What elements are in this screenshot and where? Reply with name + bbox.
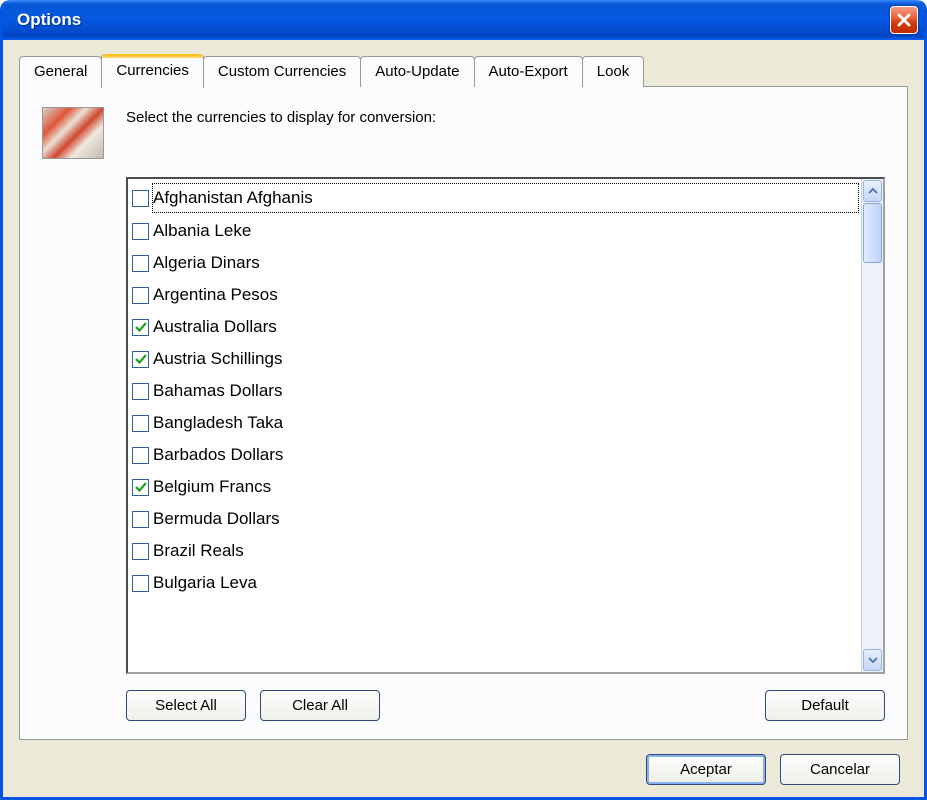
list-item-label: Algeria Dinars [153, 249, 260, 277]
checkbox[interactable] [132, 543, 149, 560]
list-item[interactable]: Algeria Dinars [130, 247, 859, 279]
list-item[interactable]: Australia Dollars [130, 311, 859, 343]
tab-strip: General Currencies Custom Currencies Aut… [19, 54, 908, 87]
tab-currencies[interactable]: Currencies [101, 54, 204, 88]
list-item-label: Austria Schillings [153, 345, 282, 373]
checkbox[interactable] [132, 223, 149, 240]
checkbox[interactable] [132, 351, 149, 368]
list-item[interactable]: Bulgaria Leva [130, 567, 859, 599]
scrollbar [861, 179, 883, 672]
checkbox[interactable] [132, 447, 149, 464]
list-item[interactable]: Argentina Pesos [130, 279, 859, 311]
tab-auto-export[interactable]: Auto-Export [474, 56, 583, 87]
list-item[interactable]: Afghanistan Afghanis [130, 181, 859, 215]
close-icon [896, 12, 912, 28]
scroll-up-button[interactable] [863, 180, 882, 202]
list-item[interactable]: Bangladesh Taka [130, 407, 859, 439]
checkbox[interactable] [132, 383, 149, 400]
checkbox[interactable] [132, 511, 149, 528]
list-item-label: Brazil Reals [153, 537, 244, 565]
list-item-label: Bulgaria Leva [153, 569, 257, 597]
clear-all-button[interactable]: Clear All [260, 690, 380, 721]
spacer [394, 690, 751, 721]
select-all-button[interactable]: Select All [126, 690, 246, 721]
tab-custom-currencies[interactable]: Custom Currencies [203, 56, 361, 87]
checkbox[interactable] [132, 479, 149, 496]
list-item-label: Albania Leke [153, 217, 251, 245]
list-item-label: Bahamas Dollars [153, 377, 282, 405]
chevron-up-icon [868, 186, 878, 196]
checkbox[interactable] [132, 190, 149, 207]
titlebar[interactable]: Options [3, 0, 924, 40]
accept-button[interactable]: Aceptar [646, 754, 766, 785]
list-item[interactable]: Brazil Reals [130, 535, 859, 567]
scroll-track[interactable] [862, 203, 883, 648]
checkbox[interactable] [132, 575, 149, 592]
list-item[interactable]: Austria Schillings [130, 343, 859, 375]
checkbox[interactable] [132, 415, 149, 432]
tab-panel: Select the currencies to display for con… [19, 86, 908, 740]
tab-general[interactable]: General [19, 56, 102, 87]
list-item[interactable]: Bahamas Dollars [130, 375, 859, 407]
dialog-buttons: Aceptar Cancelar [19, 740, 908, 785]
window-title: Options [17, 10, 81, 30]
list-item-label: Barbados Dollars [153, 441, 283, 469]
list-item-label: Belgium Francs [153, 473, 271, 501]
checkbox[interactable] [132, 255, 149, 272]
list-item-label: Bangladesh Taka [153, 409, 283, 437]
list-item[interactable]: Bermuda Dollars [130, 503, 859, 535]
list-item-label: Argentina Pesos [153, 281, 278, 309]
thumbnail-image [42, 107, 104, 159]
currency-list[interactable]: Afghanistan Afghanis Albania Leke Algeri… [128, 179, 861, 672]
tab-auto-update[interactable]: Auto-Update [360, 56, 474, 87]
list-item[interactable]: Belgium Francs [130, 471, 859, 503]
checkbox[interactable] [132, 319, 149, 336]
options-window: Options General Currencies Custom Curren… [0, 0, 927, 800]
list-buttons: Select All Clear All Default [126, 690, 885, 721]
currency-listbox: Afghanistan Afghanis Albania Leke Algeri… [126, 177, 885, 674]
close-button[interactable] [890, 6, 918, 34]
list-item-label: Bermuda Dollars [153, 505, 280, 533]
list-item-label: Afghanistan Afghanis [152, 183, 859, 213]
list-item[interactable]: Barbados Dollars [130, 439, 859, 471]
list-item-label: Australia Dollars [153, 313, 277, 341]
chevron-down-icon [868, 655, 878, 665]
instruction-label: Select the currencies to display for con… [126, 107, 436, 126]
scroll-down-button[interactable] [863, 649, 882, 671]
default-button[interactable]: Default [765, 690, 885, 721]
client-area: General Currencies Custom Currencies Aut… [3, 40, 924, 797]
scroll-thumb[interactable] [863, 203, 882, 263]
list-item[interactable]: Albania Leke [130, 215, 859, 247]
instruction-row: Select the currencies to display for con… [42, 107, 885, 159]
tab-look[interactable]: Look [582, 56, 645, 87]
checkbox[interactable] [132, 287, 149, 304]
cancel-button[interactable]: Cancelar [780, 754, 900, 785]
